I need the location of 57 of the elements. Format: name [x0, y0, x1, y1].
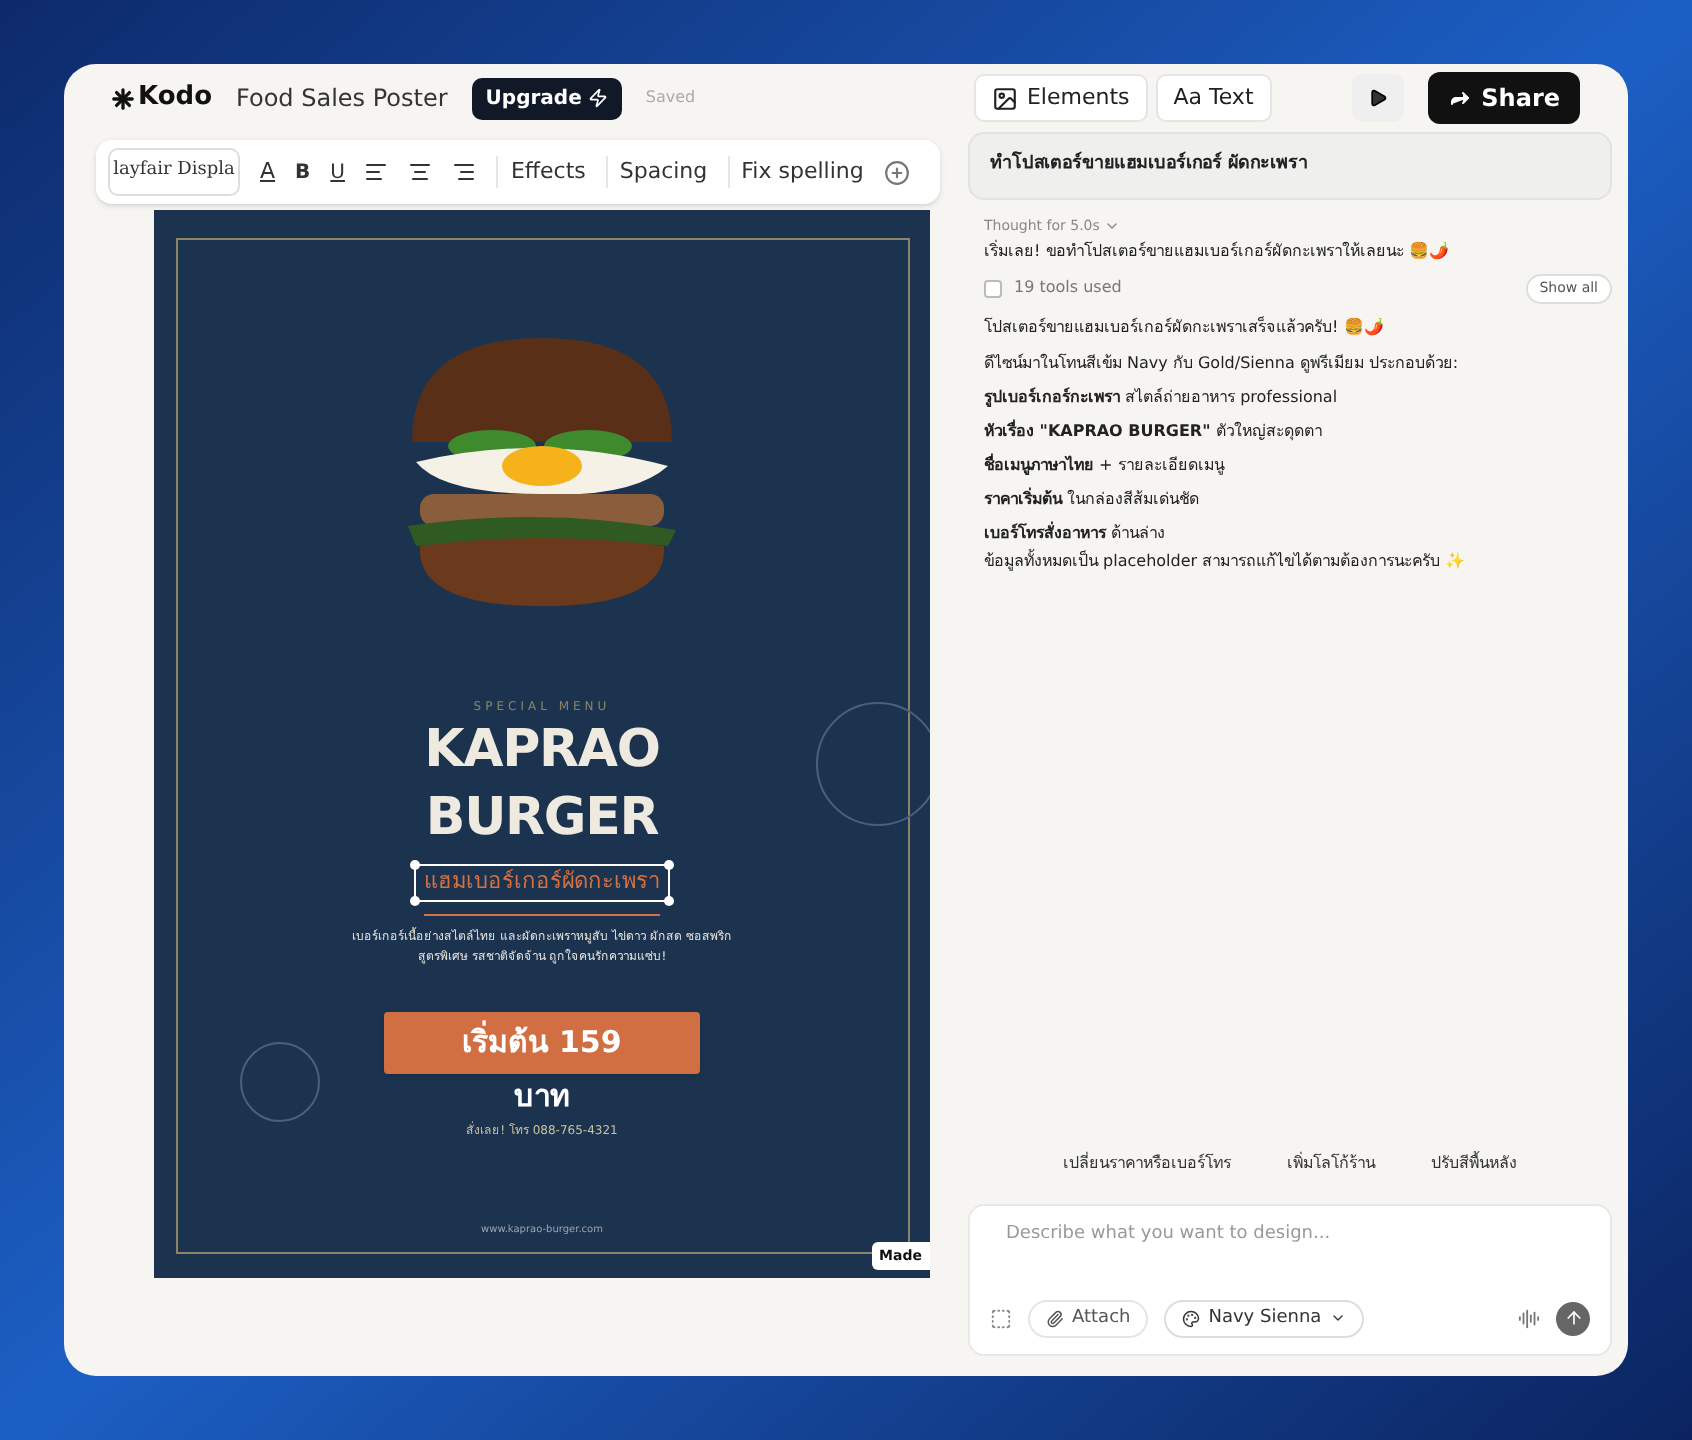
- save-status: Saved: [645, 86, 696, 110]
- feature-line: หัวเรื่อง "KAPRAO BURGER" ตัวใหญ่สะดุดตา: [984, 419, 1324, 443]
- price-unit: บาท: [514, 1075, 570, 1117]
- chat-message: เริ่มเลย! ขอทำโปสเตอร์ขายแฮมเบอร์เกอร์ผัดกะเพราให้เลยนะ 🍔🌶: [984, 240, 1451, 264]
- feature-line: ราคาเริ่มต้น ในกล่องสีส้มเด่นชัด: [984, 487, 1202, 511]
- header-tab[interactable]: Aa Text: [1155, 73, 1272, 123]
- feature-line: รูปเบอร์เกอร์กะเพรา สไตล์ถ่ายอาหาร professional: [984, 385, 1340, 409]
- arrow-up-icon: [1563, 1308, 1583, 1329]
- voice-icon[interactable]: [1518, 1307, 1540, 1330]
- chat-message: ข้อมูลทั้งหมดเป็น placeholder สามารถแก้ไขได้ตามต้องการนะครับ ✨: [984, 549, 1468, 573]
- chat-message: ดีไซน์มาในโทนสีเข้ม Navy กับ Gold/Sienna ดูพรีเมียม ประกอบด้วย:: [984, 351, 1461, 375]
- lightning-icon: [587, 88, 608, 108]
- feature-line: ชื่อเมนูภาษาไทย + รายละเอียดเมนู: [984, 453, 1227, 477]
- add-icon[interactable]: [883, 159, 910, 185]
- feature-line: เบอร์โทรสั่งอาหาร ด้านล่าง: [984, 521, 1168, 545]
- price-banner: เริ่มต้น 159: [384, 1011, 700, 1073]
- prompt-input[interactable]: Describe what you want to design...: [1006, 1222, 1590, 1249]
- poster-title: BURGER: [425, 786, 659, 852]
- text-color-button[interactable]: A: [260, 155, 276, 189]
- logo-text: Kodo: [138, 80, 213, 117]
- align-right-icon[interactable]: [452, 160, 477, 184]
- send-button[interactable]: [1556, 1301, 1590, 1336]
- align-left-icon[interactable]: [364, 160, 389, 184]
- header-tab[interactable]: Elements: [974, 73, 1148, 123]
- palette-icon: [1182, 1309, 1201, 1328]
- selection-handle[interactable]: [410, 860, 420, 870]
- poster-title: KAPRAO: [424, 718, 660, 784]
- suggestion-chip[interactable]: เปลี่ยนราคาหรือเบอร์โทร: [1063, 1152, 1231, 1176]
- tools-checkbox[interactable]: [984, 279, 1002, 298]
- suggestion-chip[interactable]: ปรับสีพื้นหลัง: [1431, 1152, 1517, 1176]
- paperclip-icon: [1046, 1309, 1064, 1328]
- selection-handle[interactable]: [664, 860, 674, 870]
- selection-handle[interactable]: [410, 895, 420, 905]
- chat-message: โปสเตอร์ขายแฮมเบอร์เกอร์ผัดกะเพราเสร็จแล้วครับ! 🍔🌶: [984, 315, 1386, 339]
- play-icon: [1367, 88, 1388, 108]
- toolbar-action[interactable]: Spacing: [605, 155, 708, 189]
- toolbar-action[interactable]: Effects: [496, 155, 586, 189]
- prompt-bubble: ทำโปสเตอร์ขายแฮมเบอร์เกอร์ ผัดกะเพรา: [968, 132, 1612, 199]
- toolbar-action[interactable]: Fix spelling: [727, 155, 864, 189]
- theme-dropdown[interactable]: Navy Sienna: [1164, 1299, 1364, 1338]
- play-button[interactable]: [1351, 74, 1404, 122]
- attach-button[interactable]: Attach: [1028, 1299, 1149, 1338]
- underline-button[interactable]: U: [330, 157, 345, 187]
- selection-handle[interactable]: [664, 895, 674, 905]
- upgrade-button[interactable]: Upgrade: [471, 77, 622, 119]
- document-title-dropdown[interactable]: Food Sales Poster: [236, 80, 448, 116]
- share-button[interactable]: Share: [1427, 72, 1580, 124]
- logo-icon: [112, 87, 134, 109]
- image-icon: [992, 85, 1019, 111]
- poster-subtitle[interactable]: แฮมเบอร์เกอร์ผัดกะเพรา: [414, 864, 670, 901]
- bold-button[interactable]: B: [295, 157, 311, 187]
- share-icon: [1447, 86, 1472, 110]
- tools-used-label: 19 tools used: [1014, 276, 1122, 301]
- select-area-icon[interactable]: [990, 1307, 1012, 1330]
- align-center-icon[interactable]: [408, 160, 433, 184]
- suggestion-chip[interactable]: เพิ่มโลโก้ร้าน: [1287, 1152, 1375, 1176]
- font-family-field[interactable]: layfair Displa: [108, 148, 240, 196]
